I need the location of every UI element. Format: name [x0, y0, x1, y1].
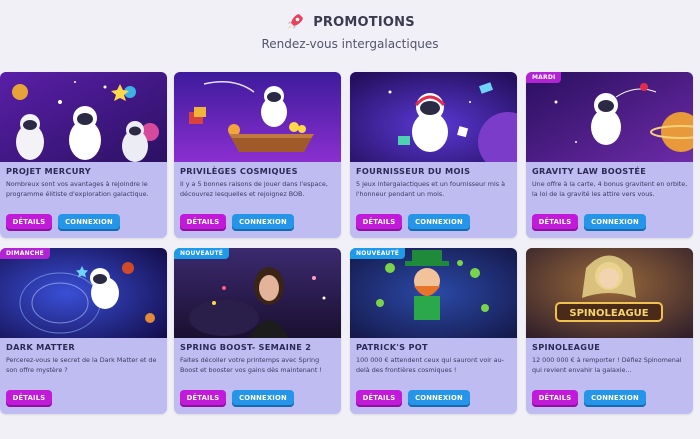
connexion-button[interactable]: CONNEXION: [232, 390, 294, 407]
promo-image-dark-matter: [0, 248, 167, 338]
connexion-button[interactable]: CONNEXION: [584, 214, 646, 231]
details-button[interactable]: DÉTAILS: [6, 390, 52, 407]
spinoleague-logo: SPINOLEAGUE: [569, 308, 648, 319]
connexion-button[interactable]: CONNEXION: [408, 390, 470, 407]
promo-card-gravity-law[interactable]: MARDI GRAVITY LAW BOOSTÉE Une offre à la…: [526, 72, 693, 238]
promo-image-spring-boost: [174, 248, 341, 338]
title-row: PROMOTIONS: [0, 12, 700, 32]
promo-title: GRAVITY LAW BOOSTÉE: [532, 166, 647, 176]
rocket-icon: [288, 14, 304, 29]
details-button[interactable]: DÉTAILS: [180, 214, 226, 231]
promo-description: Une offre à la carte, 4 bonus gravitent …: [532, 180, 688, 198]
promotions-grid: PROJET MERCURY Nombreux sont vos avantag…: [0, 72, 700, 439]
promo-card-patricks-pot[interactable]: NOUVEAUTÉ PATRICK'S POT 100 000 € attend…: [350, 248, 517, 414]
promo-image-leprechaun: [350, 248, 517, 338]
promo-description: Nombreux sont vos avantages à rejoindre …: [6, 180, 149, 198]
promo-image-astronaut-gamer: [350, 72, 517, 162]
connexion-button[interactable]: CONNEXION: [584, 390, 646, 407]
promo-description: Il y a 5 bonnes raisons de jouer dans l'…: [180, 180, 328, 198]
promo-card-dark-matter[interactable]: DIMANCHE DARK MATTER Percerez-vous le se…: [0, 248, 167, 414]
promo-card-privileges-cosmiques[interactable]: PRIVILÈGES COSMIQUES Il y a 5 bonnes rai…: [174, 72, 341, 238]
details-button[interactable]: DÉTAILS: [6, 214, 52, 231]
promo-description: 5 jeux intergalactiques et un fournisseu…: [356, 180, 506, 198]
details-button[interactable]: DÉTAILS: [356, 390, 402, 407]
day-badge: DIMANCHE: [0, 248, 50, 259]
promo-title: DARK MATTER: [6, 342, 76, 352]
promo-title: PROJET MERCURY: [6, 166, 92, 176]
promo-image-spinoleague: SPINOLEAGUE: [526, 248, 693, 338]
promo-title: PATRICK'S POT: [356, 342, 428, 352]
promo-image-astronauts: [0, 72, 167, 162]
promo-title: SPRING BOOST- SEMAINE 2: [180, 342, 312, 352]
new-badge: NOUVEAUTÉ: [174, 248, 230, 259]
promo-card-spring-boost[interactable]: NOUVEAUTÉ SPRING BOOST- SEMAINE 2 Faites…: [174, 248, 341, 414]
promo-image-gravity: [526, 72, 693, 162]
day-badge: MARDI: [526, 72, 562, 83]
page-title: PROMOTIONS: [313, 14, 415, 30]
promo-description: 12 000 000 € à remporter ! Défiez Spinom…: [532, 356, 682, 374]
new-badge: NOUVEAUTÉ: [350, 248, 406, 259]
details-button[interactable]: DÉTAILS: [532, 214, 578, 231]
promo-card-projet-mercury[interactable]: PROJET MERCURY Nombreux sont vos avantag…: [0, 72, 167, 238]
details-button[interactable]: DÉTAILS: [356, 214, 402, 231]
promo-card-spinoleague[interactable]: SPINOLEAGUE SPINOLEAGUE 12 000 000 € à r…: [526, 248, 693, 414]
promo-card-fournisseur-du-mois[interactable]: FOURNISSEUR DU MOIS 5 jeux intergalactiq…: [350, 72, 517, 238]
details-button[interactable]: DÉTAILS: [180, 390, 226, 407]
promo-description: Percerez-vous le secret de la Dark Matte…: [6, 356, 157, 374]
promo-title: PRIVILÈGES COSMIQUES: [180, 166, 298, 176]
promo-description: 100 000 € attendent ceux qui sauront voi…: [356, 356, 504, 374]
promo-description: Faites décoller votre printemps avec Spr…: [180, 356, 322, 374]
page-subtitle: Rendez-vous intergalactiques: [261, 37, 439, 51]
promo-image-astronaut-boat: [174, 72, 341, 162]
details-button[interactable]: DÉTAILS: [532, 390, 578, 407]
promo-title: SPINOLEAGUE: [532, 342, 601, 352]
promotions-header: PROMOTIONS Rendez-vous intergalactiques: [0, 0, 700, 60]
promo-title: FOURNISSEUR DU MOIS: [356, 166, 471, 176]
connexion-button[interactable]: CONNEXION: [408, 214, 470, 231]
connexion-button[interactable]: CONNEXION: [58, 214, 120, 231]
connexion-button[interactable]: CONNEXION: [232, 214, 294, 231]
